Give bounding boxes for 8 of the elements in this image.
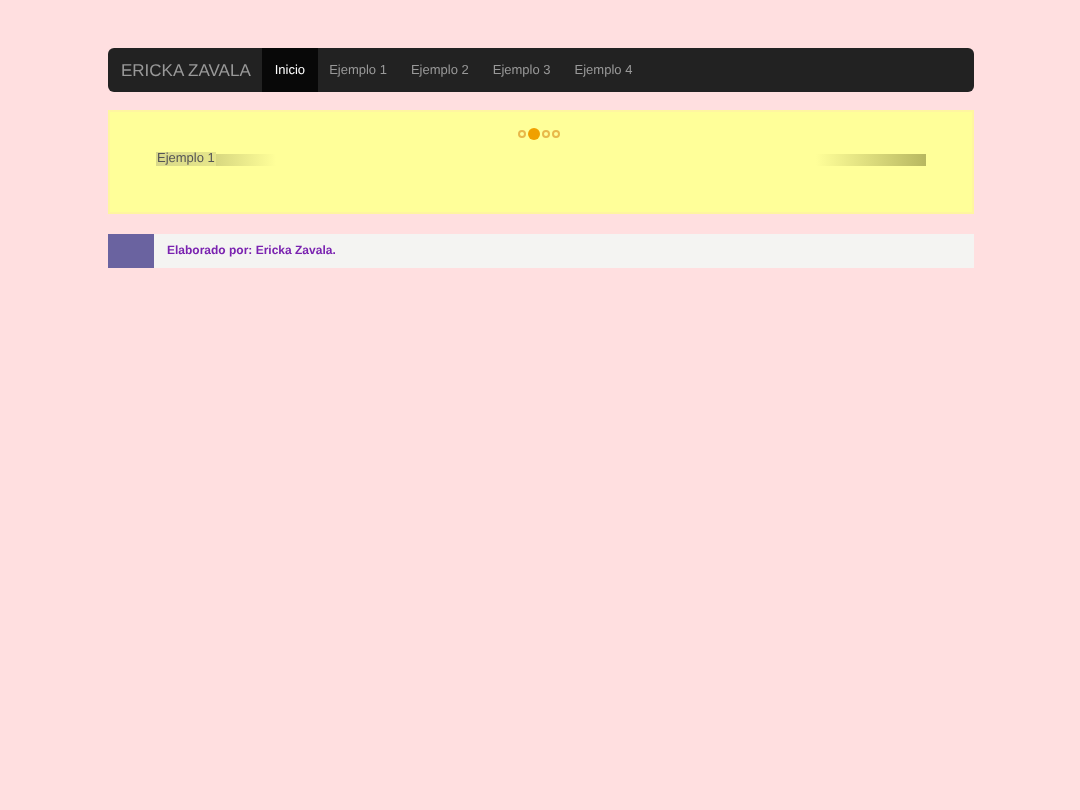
carousel-indicator[interactable]	[528, 128, 540, 140]
carousel-indicator[interactable]	[542, 130, 550, 138]
carousel-indicator[interactable]	[552, 130, 560, 138]
fade-bar	[216, 153, 277, 165]
brand-link[interactable]: ERICKA ZAVALA	[107, 48, 263, 92]
footer-square	[107, 234, 153, 268]
carousel-indicator[interactable]	[518, 130, 526, 138]
fade-bar	[815, 153, 925, 165]
